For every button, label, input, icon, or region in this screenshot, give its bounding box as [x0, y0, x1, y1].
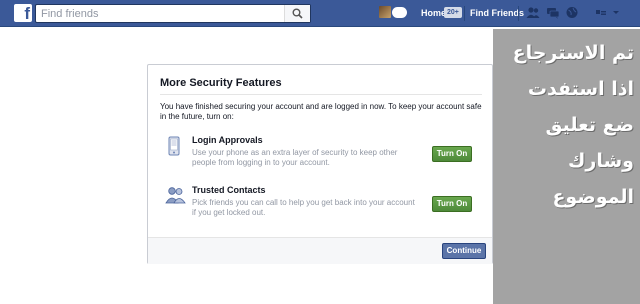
overlay-text: تم الاسترجاع اذا استفدت ضع تعليق وشارك ا…: [494, 35, 634, 215]
dialog-intro-text: You have finished securing your account …: [160, 102, 482, 121]
search-icon: [292, 8, 303, 19]
friend-requests-icon[interactable]: [526, 6, 540, 19]
profile-avatar[interactable]: [379, 6, 391, 18]
overlay-line: اذا استفدت: [527, 78, 634, 100]
contacts-icon: [165, 186, 186, 204]
security-features-dialog: More Security Features You have finished…: [147, 64, 493, 264]
overlay-line: وشارك: [568, 150, 634, 172]
account-menu-chevron-icon[interactable]: [612, 6, 620, 19]
feature-title: Trusted Contacts: [192, 185, 266, 195]
continue-button[interactable]: Continue: [442, 243, 486, 259]
trusted-contacts-row: Trusted Contacts Pick friends you can ca…: [165, 183, 476, 227]
overlay-line: ضع تعليق: [545, 114, 634, 136]
overlay-line: الموضوع: [552, 186, 634, 208]
dialog-title: More Security Features: [160, 77, 282, 89]
nav-divider: [464, 6, 465, 21]
feature-title: Login Approvals: [192, 135, 263, 145]
trusted-contacts-turn-on-button[interactable]: Turn On: [432, 196, 472, 212]
top-navigation-bar: f Home 20+ Find Friends: [0, 0, 640, 27]
login-approvals-row: Login Approvals Use your phone as an ext…: [166, 133, 476, 177]
search-box: [35, 4, 311, 23]
phone-icon: [166, 136, 182, 156]
nav-home-link[interactable]: Home: [421, 8, 446, 18]
login-approvals-turn-on-button[interactable]: Turn On: [432, 146, 472, 162]
facebook-logo-icon[interactable]: f: [14, 4, 32, 23]
search-input[interactable]: [36, 5, 286, 22]
overlay-line: تم الاسترجاع: [512, 42, 634, 64]
home-count-badge: 20+: [444, 7, 462, 18]
logo-letter: f: [24, 4, 30, 23]
feature-description: Pick friends you can call to help you ge…: [192, 198, 415, 217]
messages-icon[interactable]: [546, 6, 560, 19]
privacy-icon[interactable]: [595, 6, 609, 19]
dialog-footer: Continue: [148, 237, 492, 264]
feature-description: Use your phone as an extra layer of secu…: [192, 148, 398, 167]
dialog-divider: [160, 94, 482, 95]
chat-bubble-icon[interactable]: [392, 7, 407, 18]
nav-divider: [518, 6, 519, 21]
search-button[interactable]: [284, 5, 310, 22]
notifications-icon[interactable]: [565, 6, 579, 19]
arabic-overlay-panel: تم الاسترجاع اذا استفدت ضع تعليق وشارك ا…: [493, 29, 640, 304]
nav-find-friends-link[interactable]: Find Friends: [470, 8, 524, 18]
